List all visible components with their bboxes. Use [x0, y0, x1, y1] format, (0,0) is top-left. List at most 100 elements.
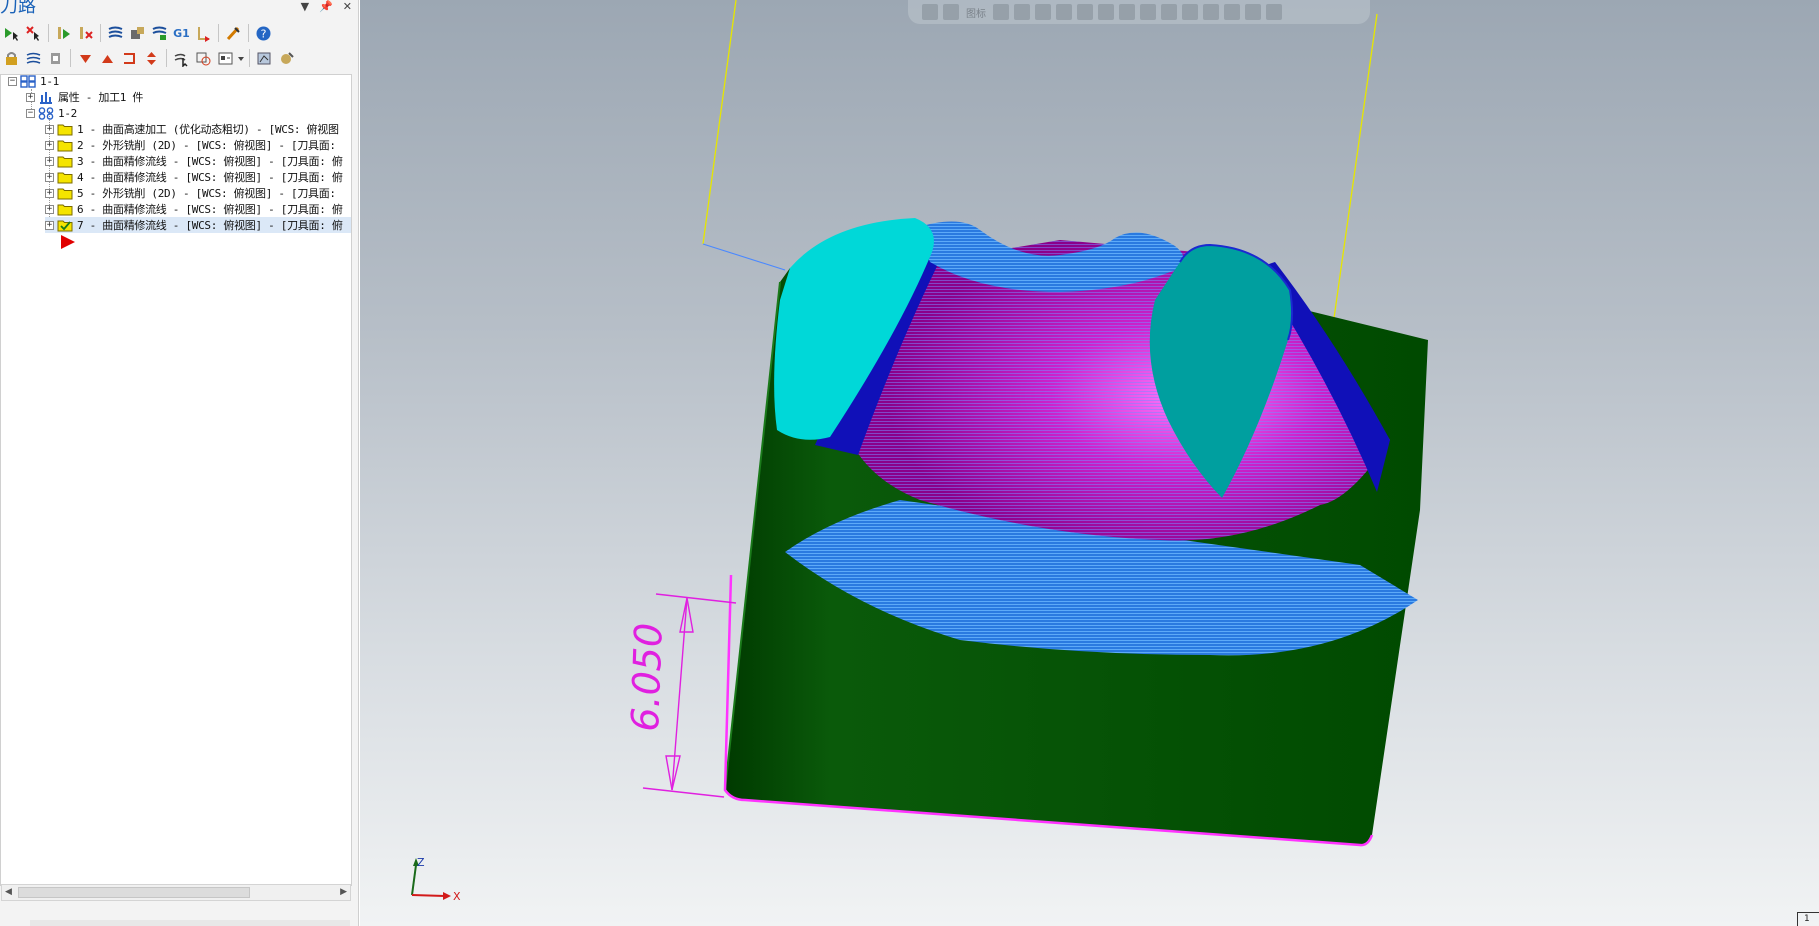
tree-node-root[interactable]: − 1-1: [8, 74, 59, 89]
lock-icon[interactable]: [1, 48, 22, 69]
display-geometry-icon[interactable]: [193, 48, 214, 69]
scrollbar-thumb[interactable]: [18, 887, 250, 898]
tree-operation-4[interactable]: + 4 - 曲面精修流线 - [WCS: 俯视图] - [刀具面: 俯: [45, 169, 343, 185]
toolpath-editor-icon[interactable]: [223, 23, 244, 44]
scroll-right-icon[interactable]: ▶: [340, 887, 347, 897]
properties-icon: [40, 91, 52, 104]
fit-view-icon[interactable]: [993, 4, 1009, 20]
insert-after-icon[interactable]: [119, 48, 140, 69]
axis-z-label: Z: [417, 856, 425, 869]
selection-mode-icon[interactable]: [943, 4, 959, 20]
folder-icon: [57, 188, 73, 199]
tree-node-properties[interactable]: + 属性 - 加工1 件: [26, 89, 143, 105]
operation-label: 2 - 外形铣削 (2D) - [WCS: 俯视图] - [刀具面:: [77, 139, 336, 152]
pointer-icon[interactable]: [1035, 4, 1051, 20]
toolpath-toolbar-row-2: [0, 46, 297, 70]
dimension-annotation: 6.050: [623, 593, 737, 798]
tree-node-label: 属性 - 加工1 件: [58, 91, 144, 104]
toggle-toolpath-display-icon[interactable]: [23, 48, 44, 69]
panel-dropdown-icon[interactable]: ▼: [301, 0, 309, 16]
move-insert-up-icon[interactable]: [97, 48, 118, 69]
highlight-icon[interactable]: [1203, 4, 1219, 20]
grid-icon[interactable]: [1182, 4, 1198, 20]
axis-x-label: X: [453, 890, 461, 903]
deselect-all-button[interactable]: [23, 23, 44, 44]
insert-arrow-icon: [61, 235, 75, 249]
panel-controls: ▼ 📌 ✕: [301, 0, 352, 16]
3d-model-scene: 6.050 Z X: [411, 0, 1428, 903]
svg-text:?: ?: [261, 27, 267, 40]
graphics-viewport[interactable]: 6.050 Z X 图标 1: [360, 0, 1819, 926]
rotate-icon[interactable]: [1245, 4, 1261, 20]
tree-operation-7[interactable]: + 7 - 曲面精修流线 - [WCS: 俯视图] - [刀具面: 俯: [45, 217, 351, 233]
tool-manager-icon[interactable]: [276, 48, 297, 69]
post-process-g1-button[interactable]: G1: [171, 23, 192, 44]
operation-label: 6 - 曲面精修流线 - [WCS: 俯视图] - [刀具面: 俯: [77, 203, 343, 216]
simulate-verify-icon[interactable]: [127, 23, 148, 44]
tree-node-group[interactable]: − 1-2: [26, 105, 77, 121]
tree-operation-6[interactable]: + 6 - 曲面精修流线 - [WCS: 俯视图] - [刀具面: 俯: [45, 201, 343, 217]
stock-model-icon[interactable]: [254, 48, 275, 69]
display-selected-only-icon[interactable]: [171, 48, 192, 69]
tree-node-label: 1-2: [58, 106, 77, 120]
select-filter-icon[interactable]: [1161, 4, 1177, 20]
folder-icon: [57, 204, 73, 215]
operation-label: 3 - 曲面精修流线 - [WCS: 俯视图] - [刀具面: 俯: [77, 155, 343, 168]
boundary-line-blue: [702, 243, 786, 271]
regenerate-dirty-button[interactable]: [75, 23, 96, 44]
zoom-icon[interactable]: [1014, 4, 1030, 20]
toolpath-manager-panel: 刀路 ▼ 📌 ✕ G1 ? − 1-1 + 属性 - 加工1 件 − 1-2 +…: [0, 0, 359, 926]
insert-arrow-marker[interactable]: [59, 234, 77, 250]
backplot-icon[interactable]: [149, 23, 170, 44]
panel-pin-icon[interactable]: 📌: [319, 0, 333, 16]
toolpath-group-icon: [38, 106, 54, 120]
collapse-toggle-icon[interactable]: −: [26, 108, 35, 118]
folder-checked-icon: [57, 220, 73, 231]
options-dropdown-icon[interactable]: [215, 48, 236, 69]
solid-icon[interactable]: [1098, 4, 1114, 20]
translucent-icon[interactable]: [1140, 4, 1156, 20]
boundary-line-yellow: [702, 0, 737, 245]
chevron-down-icon[interactable]: [237, 48, 245, 69]
redraw-icon[interactable]: [1266, 4, 1282, 20]
toolpath-toolbar-row-1: G1 ?: [0, 21, 274, 45]
toggle-display-icon[interactable]: [193, 23, 214, 44]
tree-operation-3[interactable]: + 3 - 曲面精修流线 - [WCS: 俯视图] - [刀具面: 俯: [45, 153, 343, 169]
view-toolbar-label: 图标: [966, 8, 986, 20]
corner-indicator: 1: [1797, 912, 1819, 926]
view-lock-icon[interactable]: [922, 4, 938, 20]
insert-between-icon[interactable]: [141, 48, 162, 69]
select-all-operations-button[interactable]: [1, 23, 22, 44]
tree-operation-2[interactable]: + 2 - 外形铣削 (2D) - [WCS: 俯视图] - [刀具面:: [45, 137, 336, 153]
tree-horizontal-scrollbar[interactable]: ◀ ▶: [1, 884, 351, 901]
expand-toggle-icon[interactable]: +: [45, 188, 54, 198]
toggle-post-icon[interactable]: [45, 48, 66, 69]
scroll-left-icon[interactable]: ◀: [5, 887, 12, 897]
tree-node-label: 1-1: [40, 74, 59, 88]
panel-title: 刀路: [0, 0, 36, 17]
move-insert-down-icon[interactable]: [75, 48, 96, 69]
shaded-edges-icon[interactable]: [1119, 4, 1135, 20]
toolpath-display-icon[interactable]: [105, 23, 126, 44]
folder-icon: [57, 140, 73, 151]
collapse-toggle-icon[interactable]: −: [8, 76, 17, 86]
folder-icon: [57, 124, 73, 135]
graphics-view-toolbar: 图标: [908, 0, 1370, 24]
expand-toggle-icon[interactable]: +: [45, 204, 54, 214]
help-icon[interactable]: ?: [253, 23, 274, 44]
expand-toggle-icon[interactable]: +: [45, 124, 54, 134]
expand-toggle-icon[interactable]: +: [26, 92, 35, 102]
tree-operation-1[interactable]: + 1 - 曲面高速加工 (优化动态粗切) - [WCS: 俯视图: [45, 121, 339, 137]
expand-toggle-icon[interactable]: +: [45, 172, 54, 182]
operation-label: 4 - 曲面精修流线 - [WCS: 俯视图] - [刀具面: 俯: [77, 171, 343, 184]
operation-label: 7 - 曲面精修流线 - [WCS: 俯视图] - [刀具面: 俯: [77, 219, 343, 232]
tree-operation-5[interactable]: + 5 - 外形铣削 (2D) - [WCS: 俯视图] - [刀具面:: [45, 185, 336, 201]
wireframe-icon[interactable]: [1077, 4, 1093, 20]
shaded-icon[interactable]: [1056, 4, 1072, 20]
panel-close-icon[interactable]: ✕: [343, 0, 352, 16]
expand-toggle-icon[interactable]: +: [45, 156, 54, 166]
expand-toggle-icon[interactable]: +: [45, 140, 54, 150]
regenerate-selected-button[interactable]: [53, 23, 74, 44]
expand-toggle-icon[interactable]: +: [45, 220, 54, 230]
analyze-icon[interactable]: [1224, 4, 1240, 20]
